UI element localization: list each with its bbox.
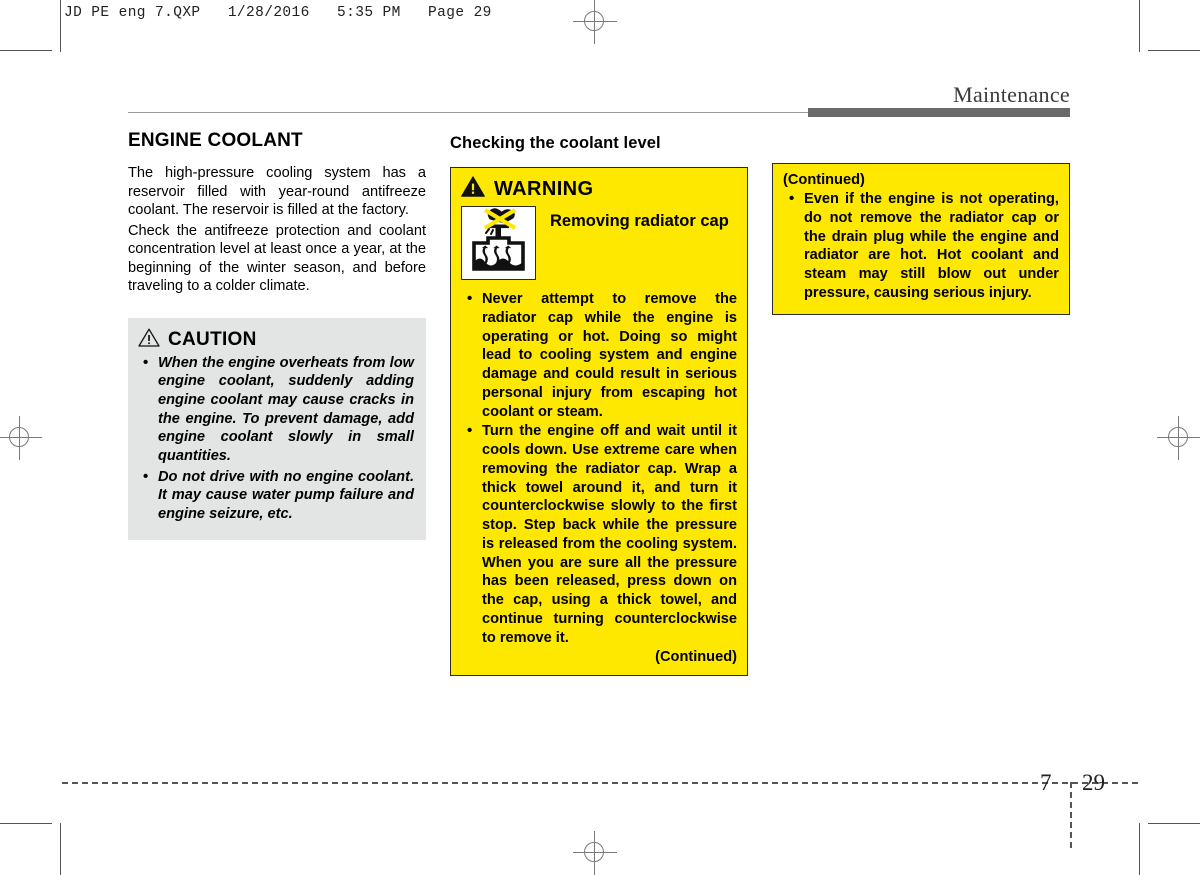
warning-triangle-outline-icon xyxy=(138,328,160,352)
section-heading-engine-coolant: ENGINE COOLANT xyxy=(128,130,303,151)
caution-item: Do not drive with no engine coolant. It … xyxy=(138,467,414,524)
warning-label: WARNING xyxy=(494,177,594,200)
footer-chapter-number: 7 xyxy=(1040,770,1052,795)
warning-item-list: Never attempt to remove the radiator cap… xyxy=(461,289,737,647)
body-paragraph: The high-pressure cooling system has a r… xyxy=(128,165,426,219)
warning-item: Never attempt to remove the radiator cap… xyxy=(461,289,737,421)
footer-page-number: 29 xyxy=(1082,770,1105,795)
header-rule-thick xyxy=(808,108,1070,117)
crop-mark-top-right-vertical xyxy=(1139,0,1140,52)
continued-tag: (Continued) xyxy=(655,649,737,666)
continued-lead: (Continued) xyxy=(783,172,865,188)
registration-mark-top xyxy=(573,0,617,44)
warning-item: Turn the engine off and wait until it co… xyxy=(461,421,737,647)
column-middle: Checking the coolant level WARNING Remov… xyxy=(450,130,748,677)
warning-box: WARNING Removing radiator cap • Never at… xyxy=(450,167,748,677)
crop-mark-top-left-horizontal xyxy=(0,50,52,51)
caution-item: When the engine overheats from low engin… xyxy=(138,353,414,466)
crop-mark-top-left-vertical xyxy=(60,0,61,52)
warning-box-continued: (Continued) Even if the engine is not op… xyxy=(772,163,1070,315)
no-hand-removing-hot-radiator-cap-icon xyxy=(461,206,536,280)
body-paragraph: Check the antifreeze protection and cool… xyxy=(128,222,426,295)
warning-item: Even if the engine is not operating, do … xyxy=(783,189,1059,303)
registration-mark-right xyxy=(1157,416,1200,460)
crop-mark-bottom-right-horizontal xyxy=(1148,823,1200,824)
registration-mark-left xyxy=(0,416,42,460)
crop-mark-bottom-left-horizontal xyxy=(0,823,52,824)
column-right: (Continued) Even if the engine is not op… xyxy=(772,130,1070,315)
subsection-heading-checking-coolant-level: Checking the coolant level xyxy=(450,134,661,152)
footer-dashed-rule xyxy=(62,782,1138,784)
caution-box: CAUTION When the engine overheats from l… xyxy=(128,317,426,540)
registration-mark-bottom xyxy=(573,831,617,875)
footer-dashed-divider xyxy=(1070,782,1072,848)
print-file-stamp: JD PE eng 7.QXP 1/28/2016 5:35 PM Page 2… xyxy=(64,5,492,21)
page-title: Maintenance xyxy=(953,82,1070,107)
warning-subtitle: Removing radiator cap xyxy=(550,212,729,230)
column-left: ENGINE COOLANT The high-pressure cooling… xyxy=(128,130,426,540)
caution-item-list: When the engine overheats from low engin… xyxy=(138,353,414,524)
warning-header: WARNING xyxy=(461,176,737,202)
warning-continued-item-list: Even if the engine is not operating, do … xyxy=(783,189,1059,303)
crop-mark-bottom-right-vertical xyxy=(1139,823,1140,875)
crop-mark-bottom-left-vertical xyxy=(60,823,61,875)
warning-triangle-filled-icon xyxy=(461,176,485,202)
caution-label: CAUTION xyxy=(168,328,257,350)
warning-pictogram-row: Removing radiator cap xyxy=(461,206,737,280)
caution-header: CAUTION xyxy=(138,328,414,352)
crop-mark-top-right-horizontal xyxy=(1148,50,1200,51)
